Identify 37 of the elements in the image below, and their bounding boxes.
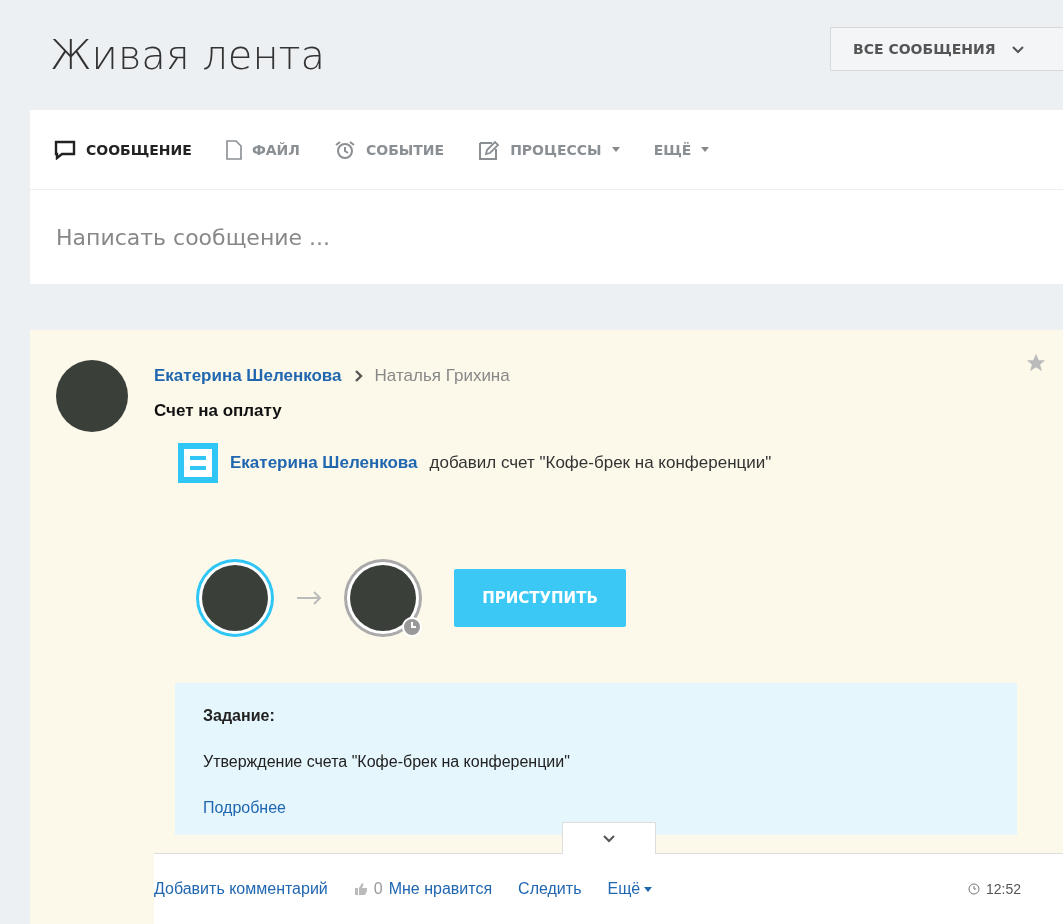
recipient-link[interactable]: Наталья Грихина <box>374 366 510 386</box>
task-heading: Задание: <box>203 707 276 725</box>
clock-icon <box>402 617 422 637</box>
like-link[interactable]: Мне нравится <box>388 880 493 898</box>
follow-link[interactable]: Следить <box>518 880 582 898</box>
composer-tab[interactable]: ПРОЦЕССЫ <box>478 139 620 160</box>
composer-tab[interactable]: ЕЩЁ <box>653 141 710 158</box>
activity-text: добавил счет "Кофе-брек на конференции" <box>429 453 772 473</box>
like-count: 0 <box>373 880 383 898</box>
chevron-down-icon <box>602 834 616 843</box>
actor-link[interactable]: Екатерина Шеленкова <box>230 453 418 473</box>
caret-icon <box>644 886 653 892</box>
expand-button[interactable] <box>562 822 656 854</box>
clock-icon <box>967 883 980 895</box>
star-icon[interactable] <box>1025 352 1047 374</box>
alarm-clock-icon <box>333 139 356 160</box>
document-icon <box>225 139 242 160</box>
invoice-icon <box>178 443 218 483</box>
composer-tab[interactable]: СОБЫТИЕ <box>333 139 445 160</box>
post-title: Счет на оплату <box>154 401 283 421</box>
chevron-right-icon <box>353 369 363 383</box>
task-text: Утверждение счета "Кофе-брек на конференции" <box>203 753 571 771</box>
post-time: 12:52 <box>985 881 1021 897</box>
speech-bubble-icon <box>54 139 76 160</box>
chevron-down-icon <box>1011 44 1026 54</box>
message-input[interactable]: Написать сообщение ... <box>30 190 1063 284</box>
composer-tab[interactable]: ФАЙЛ <box>225 139 300 160</box>
add-comment-link[interactable]: Добавить комментарий <box>154 880 328 898</box>
thumbs-up-icon <box>353 882 368 896</box>
composer-tab[interactable]: СООБЩЕНИЕ <box>54 139 192 160</box>
edit-icon <box>478 139 501 160</box>
author-link[interactable]: Екатерина Шеленкова <box>154 366 342 386</box>
filter-dropdown[interactable]: ВСЕ СООБЩЕНИЯ <box>830 27 1063 71</box>
more-link[interactable]: Ещё <box>607 880 653 898</box>
arrow-right-icon <box>296 591 322 605</box>
page-title: Живая лента <box>50 32 326 78</box>
details-link[interactable]: Подробнее <box>203 799 989 817</box>
